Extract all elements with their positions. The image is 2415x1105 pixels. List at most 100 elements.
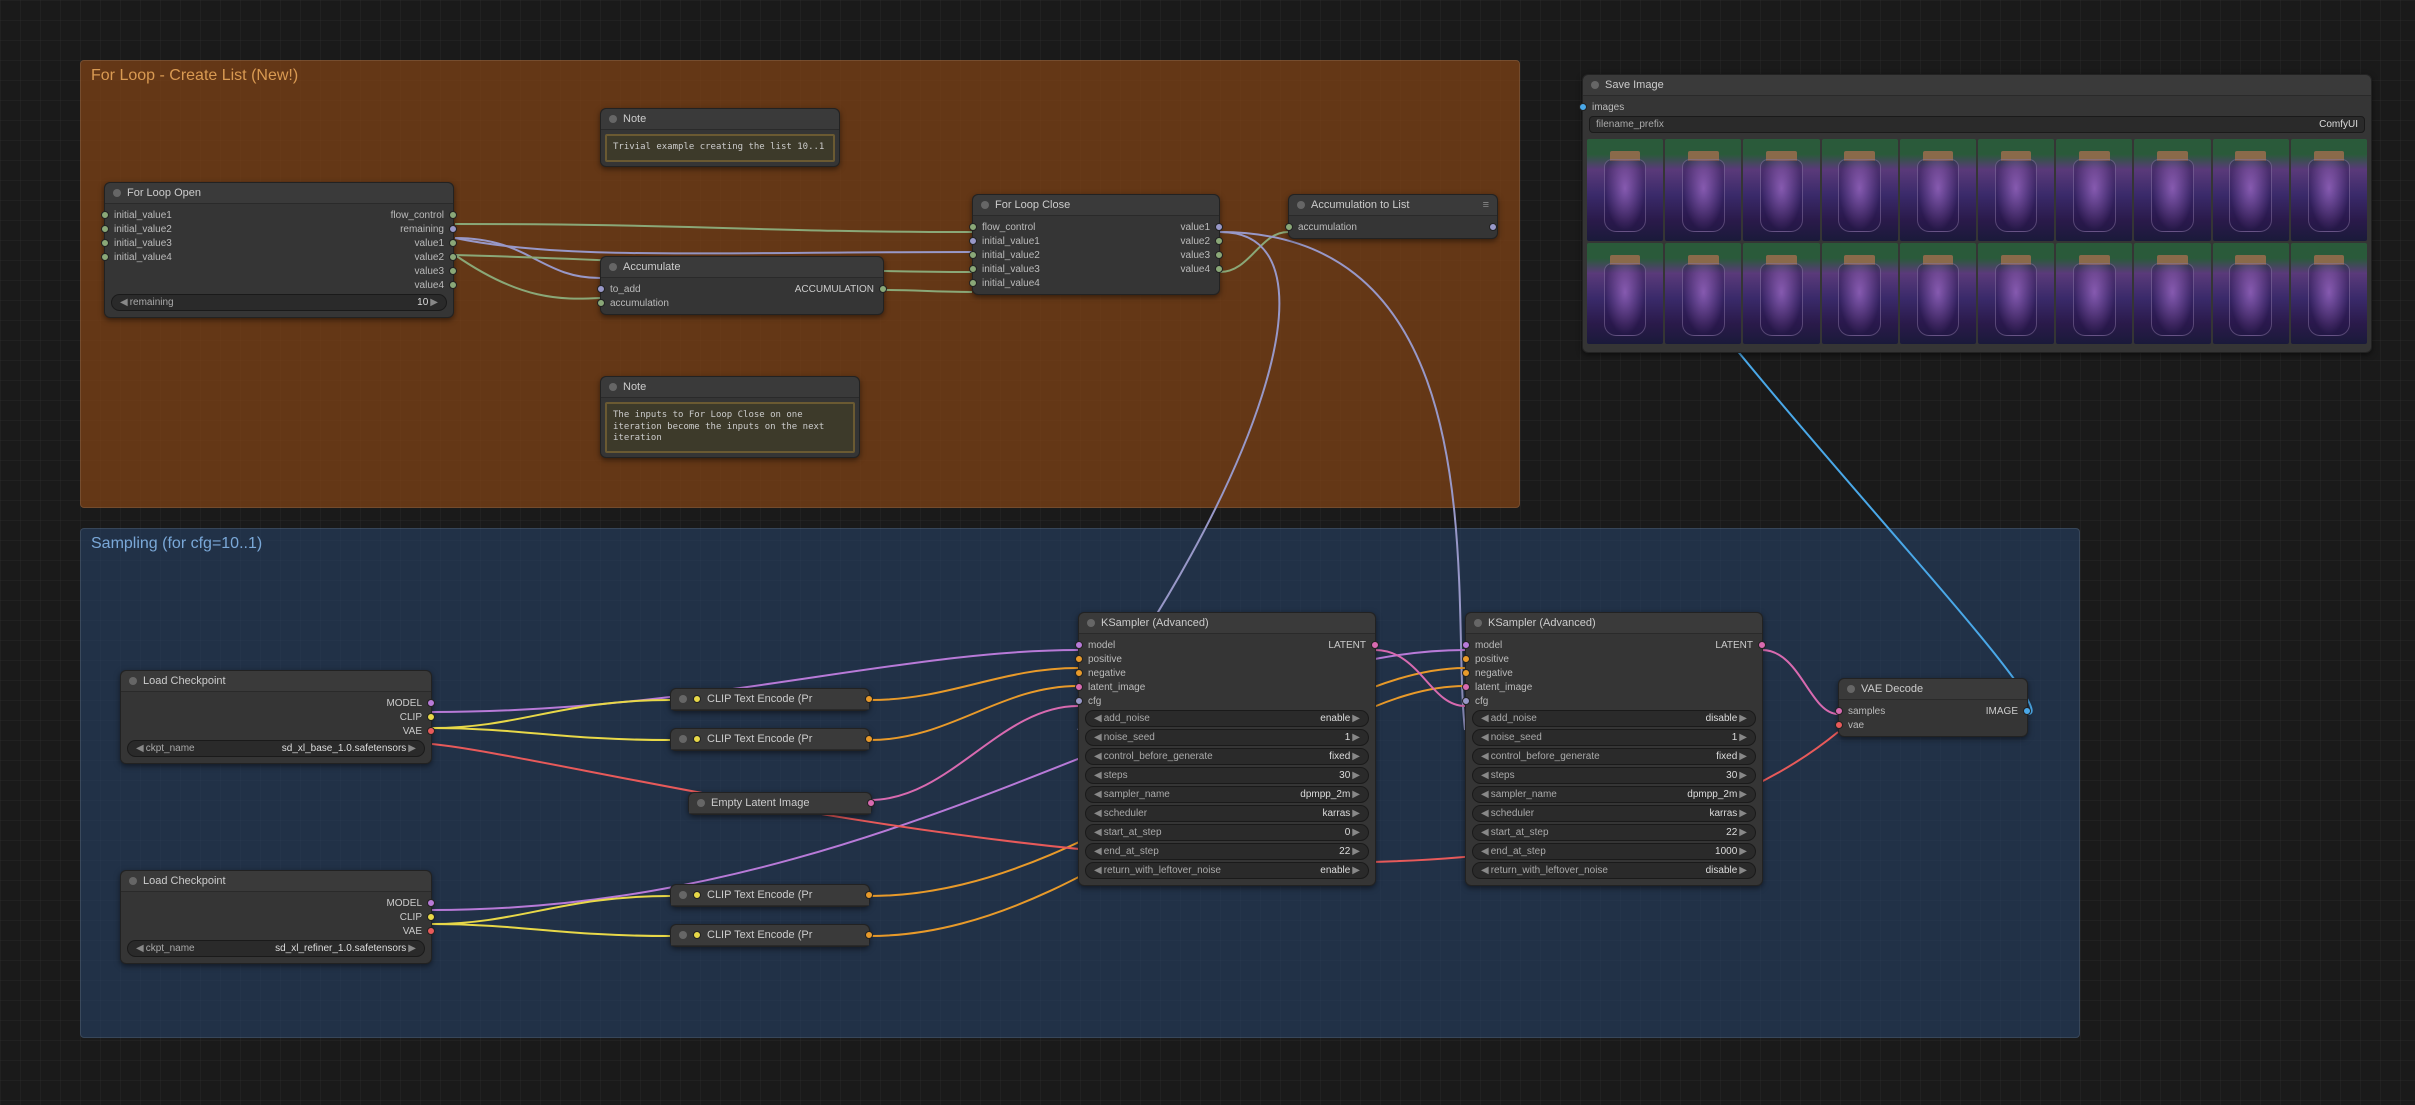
port-out[interactable]: [449, 239, 457, 247]
chevron-right-icon[interactable]: ▶: [1737, 865, 1749, 876]
port-out[interactable]: [1215, 237, 1223, 245]
port-in[interactable]: [969, 223, 977, 231]
chevron-right-icon[interactable]: ▶: [428, 297, 440, 308]
port-out[interactable]: [449, 281, 457, 289]
node-empty-latent-image[interactable]: Empty Latent Image: [688, 792, 872, 815]
port-in[interactable]: [101, 225, 109, 233]
node-header[interactable]: Accumulation to List≡: [1289, 195, 1497, 216]
image-thumbnail[interactable]: [1665, 243, 1741, 345]
collapse-dot-icon[interactable]: [697, 799, 705, 807]
widget-value[interactable]: dpmpp_2m: [1176, 789, 1350, 800]
collapse-dot-icon[interactable]: [113, 189, 121, 197]
widget-ckpt-name[interactable]: ◀ckpt_namesd_xl_refiner_1.0.safetensors▶: [127, 940, 425, 957]
widget-value[interactable]: 30: [1521, 770, 1738, 781]
node-clip-text-encode-2[interactable]: CLIP Text Encode (Pr: [670, 728, 870, 751]
chevron-left-icon[interactable]: ◀: [1092, 846, 1104, 857]
widget-value[interactable]: 1: [1161, 732, 1350, 743]
port-out[interactable]: [427, 899, 435, 907]
node-accumulation-to-list[interactable]: Accumulation to List≡ accumulation: [1288, 194, 1498, 239]
collapse-dot-icon[interactable]: [981, 201, 989, 209]
node-clip-text-encode-1[interactable]: CLIP Text Encode (Pr: [670, 688, 870, 711]
widget-return-with-leftover-noise[interactable]: ◀return_with_leftover_noisedisable▶: [1472, 862, 1756, 879]
widget-control-before-generate[interactable]: ◀control_before_generatefixed▶: [1472, 748, 1756, 765]
chevron-right-icon[interactable]: ▶: [1737, 808, 1749, 819]
widget-add-noise[interactable]: ◀add_noiseenable▶: [1085, 710, 1369, 727]
widget-value[interactable]: ComfyUI: [1670, 119, 2358, 130]
chevron-left-icon[interactable]: ◀: [134, 743, 146, 754]
chevron-right-icon[interactable]: ▶: [1350, 827, 1362, 838]
collapse-dot-icon[interactable]: [679, 931, 687, 939]
node-ksampler-advanced-1[interactable]: KSampler (Advanced) modelLATENT positive…: [1078, 612, 1376, 886]
image-thumbnail[interactable]: [1743, 243, 1819, 345]
widget-steps[interactable]: ◀steps30▶: [1472, 767, 1756, 784]
widget-value[interactable]: fixed: [1606, 751, 1738, 762]
port-in[interactable]: [597, 299, 605, 307]
port-out[interactable]: [2023, 707, 2031, 715]
widget-scheduler[interactable]: ◀schedulerkarras▶: [1472, 805, 1756, 822]
image-thumbnail[interactable]: [1822, 243, 1898, 345]
chevron-right-icon[interactable]: ▶: [406, 943, 418, 954]
chevron-left-icon[interactable]: ◀: [1479, 713, 1491, 724]
widget-value[interactable]: 10: [180, 297, 429, 308]
note-text[interactable]: Trivial example creating the list 10..1: [605, 134, 835, 162]
port-in[interactable]: [693, 695, 701, 703]
chevron-right-icon[interactable]: ▶: [1737, 751, 1749, 762]
chevron-left-icon[interactable]: ◀: [1092, 865, 1104, 876]
port-in[interactable]: [1285, 223, 1293, 231]
port-out[interactable]: [1215, 265, 1223, 273]
port-in[interactable]: [101, 239, 109, 247]
widget-value[interactable]: enable: [1227, 865, 1350, 876]
chevron-left-icon[interactable]: ◀: [1092, 827, 1104, 838]
collapse-dot-icon[interactable]: [1474, 619, 1482, 627]
chevron-left-icon[interactable]: ◀: [1092, 713, 1104, 724]
port-out[interactable]: [427, 927, 435, 935]
image-thumbnail[interactable]: [1743, 139, 1819, 241]
node-clip-text-encode-3[interactable]: CLIP Text Encode (Pr: [670, 884, 870, 907]
chevron-left-icon[interactable]: ◀: [1479, 846, 1491, 857]
collapse-dot-icon[interactable]: [1297, 201, 1305, 209]
widget-value[interactable]: dpmpp_2m: [1563, 789, 1737, 800]
port-in[interactable]: [1075, 641, 1083, 649]
port-out[interactable]: [1489, 223, 1497, 231]
image-thumbnail[interactable]: [1587, 243, 1663, 345]
widget-noise-seed[interactable]: ◀noise_seed1▶: [1085, 729, 1369, 746]
chevron-left-icon[interactable]: ◀: [1479, 751, 1491, 762]
node-ksampler-advanced-2[interactable]: KSampler (Advanced) modelLATENT positive…: [1465, 612, 1763, 886]
node-load-checkpoint-1[interactable]: Load Checkpoint MODEL CLIP VAE ◀ckpt_nam…: [120, 670, 432, 764]
node-header[interactable]: Note: [601, 109, 839, 130]
widget-value[interactable]: 22: [1555, 827, 1738, 838]
chevron-right-icon[interactable]: ▶: [1737, 732, 1749, 743]
chevron-left-icon[interactable]: ◀: [1479, 770, 1491, 781]
chevron-right-icon[interactable]: ▶: [1350, 789, 1362, 800]
collapse-dot-icon[interactable]: [1591, 81, 1599, 89]
image-thumbnail[interactable]: [2056, 243, 2132, 345]
node-clip-text-encode-4[interactable]: CLIP Text Encode (Pr: [670, 924, 870, 947]
widget-noise-seed[interactable]: ◀noise_seed1▶: [1472, 729, 1756, 746]
port-in[interactable]: [1462, 669, 1470, 677]
node-header[interactable]: Accumulate: [601, 257, 883, 278]
port-out[interactable]: [865, 735, 873, 743]
widget-value[interactable]: sd_xl_refiner_1.0.safetensors: [201, 943, 407, 954]
collapse-dot-icon[interactable]: [609, 383, 617, 391]
chevron-right-icon[interactable]: ▶: [1350, 732, 1362, 743]
collapse-dot-icon[interactable]: [679, 891, 687, 899]
port-out[interactable]: [1758, 641, 1766, 649]
chevron-left-icon[interactable]: ◀: [1479, 827, 1491, 838]
node-header[interactable]: VAE Decode: [1839, 679, 2027, 700]
port-in[interactable]: [1835, 707, 1843, 715]
widget-remaining[interactable]: ◀remaining10▶: [111, 294, 447, 311]
node-for-loop-open[interactable]: For Loop Open initial_value1flow_control…: [104, 182, 454, 318]
widget-value[interactable]: enable: [1156, 713, 1350, 724]
widget-end-at-step[interactable]: ◀end_at_step22▶: [1085, 843, 1369, 860]
chevron-right-icon[interactable]: ▶: [1737, 770, 1749, 781]
node-header[interactable]: For Loop Close: [973, 195, 1219, 216]
chevron-right-icon[interactable]: ▶: [1350, 865, 1362, 876]
group-sampling-title[interactable]: Sampling (for cfg=10..1): [81, 529, 2079, 559]
port-in[interactable]: [1462, 683, 1470, 691]
chevron-left-icon[interactable]: ◀: [1092, 808, 1104, 819]
chevron-left-icon[interactable]: ◀: [134, 943, 146, 954]
port-in[interactable]: [969, 237, 977, 245]
collapse-dot-icon[interactable]: [1847, 685, 1855, 693]
widget-value[interactable]: 1: [1548, 732, 1737, 743]
image-thumbnail[interactable]: [2213, 243, 2289, 345]
